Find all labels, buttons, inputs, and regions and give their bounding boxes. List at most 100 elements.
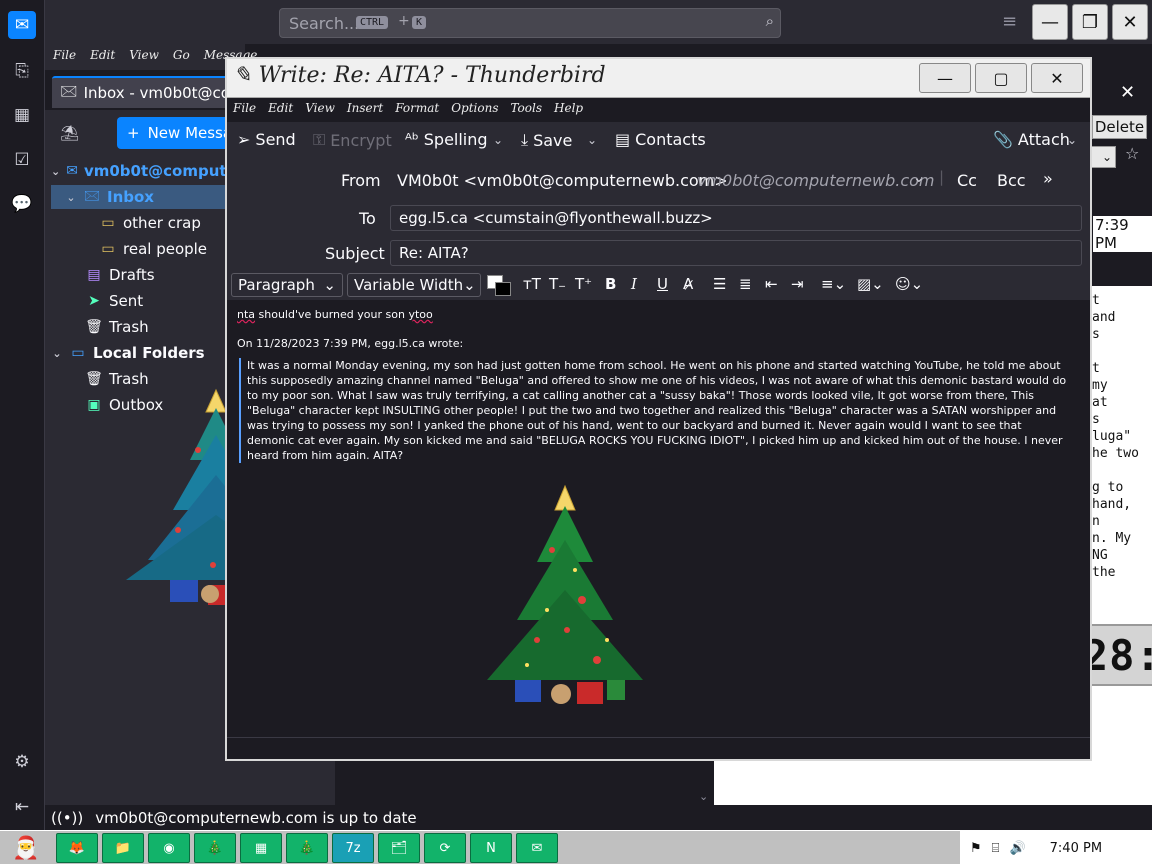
menu-item[interactable]: View bbox=[129, 48, 159, 66]
taskbar-app[interactable]: ⟳ bbox=[424, 833, 466, 863]
chevron-down-icon[interactable]: ⌄ bbox=[913, 170, 925, 186]
taskbar-chrome[interactable]: ◉ bbox=[148, 833, 190, 863]
font-select[interactable]: Variable Width ⌄ bbox=[347, 273, 481, 297]
attach-button[interactable]: 📎 Attach bbox=[993, 130, 1070, 149]
more-dropdown[interactable]: ⌄ bbox=[1088, 146, 1116, 168]
larger-font-icon[interactable]: T⁺ bbox=[575, 275, 592, 293]
scroll-down-icon[interactable]: ⌄ bbox=[699, 790, 708, 803]
close-button[interactable]: ✕ bbox=[1031, 63, 1083, 93]
search-input[interactable]: Search... CTRL + K ⌕ bbox=[279, 8, 781, 38]
close-button[interactable]: ✕ bbox=[1112, 4, 1148, 40]
cc-button[interactable]: Cc bbox=[957, 171, 977, 190]
insert-image-icon[interactable]: ▨⌄ bbox=[857, 275, 884, 293]
align-icon[interactable]: ≡⌄ bbox=[821, 275, 846, 293]
remove-formatting-icon[interactable]: A̷ bbox=[683, 275, 693, 293]
folder-trash[interactable]: 🗑 Trash bbox=[51, 315, 231, 339]
taskbar-clock[interactable]: 7:40 PM bbox=[1050, 841, 1102, 856]
contacts-button[interactable]: ▤ Contacts bbox=[615, 130, 706, 149]
taskbar-tree-gadget[interactable]: 🎄 bbox=[286, 833, 328, 863]
send-button[interactable]: ➢ Send bbox=[237, 130, 296, 149]
numbered-list-icon[interactable]: ≣ bbox=[739, 275, 752, 293]
menu-item[interactable]: Edit bbox=[90, 48, 115, 66]
santa-icon[interactable]: 🎅 bbox=[4, 831, 48, 864]
chevron-down-icon[interactable]: ⌄ bbox=[1067, 133, 1077, 147]
chevron-down-icon[interactable]: ⌄ bbox=[587, 133, 597, 147]
network-icon[interactable]: ⌸ bbox=[992, 841, 1000, 856]
menu-item[interactable]: Go bbox=[173, 48, 190, 66]
volume-icon[interactable]: 🔊 bbox=[1009, 841, 1025, 856]
spelling-button[interactable]: ᴬᵇ Spelling bbox=[405, 130, 488, 149]
menu-item[interactable]: File bbox=[53, 48, 76, 66]
background-color-picker[interactable] bbox=[495, 282, 511, 296]
settings-icon[interactable]: ⚙ bbox=[8, 748, 36, 776]
to-field[interactable]: egg.l5.ca <cumstain@flyonthewall.buzz> bbox=[390, 205, 1082, 231]
minimize-button[interactable]: — bbox=[919, 63, 971, 93]
taskbar-7zip[interactable]: 7z bbox=[332, 833, 374, 863]
menu-item[interactable]: Options bbox=[451, 101, 498, 119]
taskbar-explorer[interactable]: 📁 bbox=[102, 833, 144, 863]
italic-icon[interactable]: I bbox=[631, 275, 637, 293]
menu-item[interactable]: Help bbox=[554, 101, 583, 119]
folder-real-people[interactable]: ▭ real people bbox=[51, 237, 231, 261]
menu-item[interactable]: Insert bbox=[347, 101, 383, 119]
chevron-down-icon[interactable]: ⌄ bbox=[51, 165, 60, 178]
folder-drafts[interactable]: ▤ Drafts bbox=[51, 263, 231, 287]
online-status-icon[interactable]: ((•)) bbox=[51, 809, 83, 827]
spelling-label: Spelling bbox=[423, 130, 488, 149]
flag-icon[interactable]: ⚑ bbox=[970, 841, 982, 856]
mail-icon[interactable]: ✉ bbox=[8, 11, 36, 39]
font-size-icon[interactable]: ᴛT bbox=[523, 275, 541, 293]
save-button[interactable]: ⤓ Save bbox=[521, 130, 572, 150]
address-book-icon[interactable]: ⎘ bbox=[8, 57, 36, 85]
restore-button[interactable]: ❐ bbox=[1072, 4, 1108, 40]
minimize-button[interactable]: — bbox=[1032, 4, 1068, 40]
taskbar-app[interactable]: ▦ bbox=[240, 833, 282, 863]
chevron-down-icon[interactable]: ⌄ bbox=[51, 347, 63, 360]
chevron-down-icon[interactable]: ⌄ bbox=[65, 191, 77, 204]
folder-other-crap[interactable]: ▭ other crap bbox=[51, 211, 231, 235]
paragraph-select[interactable]: Paragraph ⌄ bbox=[231, 273, 343, 297]
close-icon[interactable]: ✕ bbox=[1120, 82, 1135, 103]
get-messages-icon[interactable]: ⛱ bbox=[60, 124, 79, 142]
folder-inbox[interactable]: ⌄ 🖂 Inbox bbox=[51, 185, 231, 209]
taskbar-explorer[interactable]: 🗂 bbox=[378, 833, 420, 863]
chat-icon[interactable]: 💬 bbox=[8, 190, 36, 218]
app-menu-icon[interactable]: ≡ bbox=[1002, 11, 1017, 32]
recipient-pill[interactable]: egg.l5.ca <cumstain@flyonthewall.buzz> bbox=[399, 209, 713, 227]
folder-sent[interactable]: ➤ Sent bbox=[51, 289, 231, 313]
outdent-icon[interactable]: ⇤ bbox=[765, 275, 778, 293]
bold-icon[interactable]: B bbox=[605, 275, 616, 293]
account-row[interactable]: ⌄ ✉ vm0b0t@computernewb.com bbox=[51, 159, 330, 183]
taskbar-thunderbird[interactable]: ✉ bbox=[516, 833, 558, 863]
local-folders-row[interactable]: ⌄ ▭ Local Folders bbox=[51, 341, 231, 365]
smaller-font-icon[interactable]: T₋ bbox=[549, 275, 566, 293]
menu-item[interactable]: View bbox=[305, 101, 335, 119]
bulleted-list-icon[interactable]: ☰ bbox=[713, 275, 726, 293]
star-icon[interactable]: ☆ bbox=[1125, 144, 1139, 163]
menu-item[interactable]: Edit bbox=[268, 101, 293, 119]
subject-field[interactable]: Re: AITA? bbox=[390, 240, 1082, 266]
emoji-icon[interactable]: ☺⌄ bbox=[895, 275, 923, 293]
menu-item[interactable]: File bbox=[233, 101, 256, 119]
folder-label: other crap bbox=[123, 214, 201, 232]
maximize-button[interactable]: ▢ bbox=[975, 63, 1027, 93]
calendar-icon[interactable]: ▦ bbox=[8, 101, 36, 129]
chevron-down-icon[interactable]: ⌄ bbox=[493, 133, 503, 147]
new-message-button[interactable]: + New Message bbox=[117, 117, 232, 149]
collapse-icon[interactable]: ⇤ bbox=[8, 793, 36, 821]
menu-item[interactable]: Format bbox=[395, 101, 439, 119]
bcc-button[interactable]: Bcc bbox=[997, 171, 1026, 190]
delete-button[interactable]: Delete bbox=[1092, 115, 1147, 139]
message-body-editor[interactable]: nta should've burned your son ytoo On 11… bbox=[227, 300, 1090, 737]
menu-item[interactable]: Tools bbox=[510, 101, 542, 119]
underline-icon[interactable]: U bbox=[657, 275, 668, 293]
tasks-icon[interactable]: ☑ bbox=[8, 146, 36, 174]
encrypt-button[interactable]: ⚿ Encrypt bbox=[313, 130, 392, 150]
taskbar-app[interactable]: N bbox=[470, 833, 512, 863]
tab-inbox[interactable]: 🖂 Inbox - vm0b0t@computernewb.com bbox=[52, 76, 232, 108]
more-fields-icon[interactable]: » bbox=[1043, 169, 1053, 188]
from-select[interactable]: VM0b0t <vm0b0t@computernewb.com> bbox=[397, 171, 728, 190]
taskbar-tree-gadget[interactable]: 🎄 bbox=[194, 833, 236, 863]
indent-icon[interactable]: ⇥ bbox=[791, 275, 804, 293]
taskbar-firefox[interactable]: 🦊 bbox=[56, 833, 98, 863]
